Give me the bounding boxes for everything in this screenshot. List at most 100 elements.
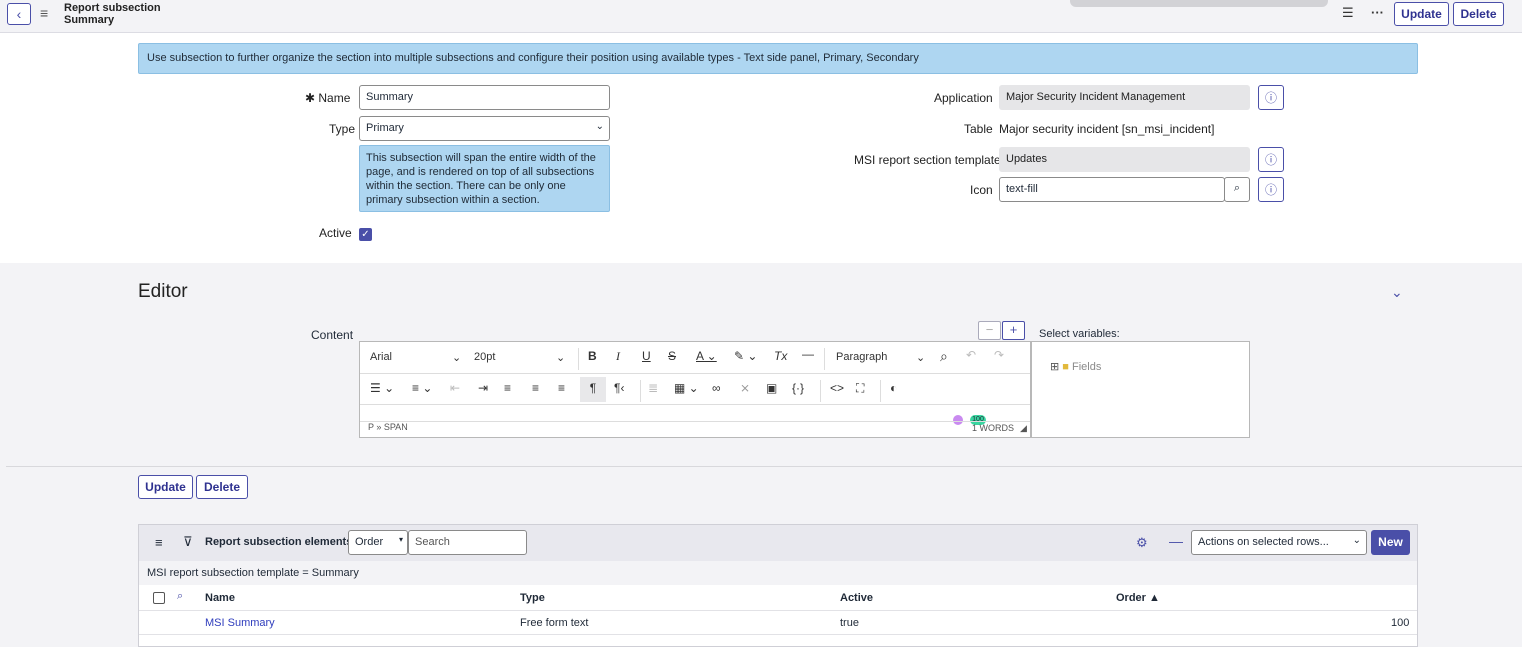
hamburger-menu-icon[interactable]: ≡ [155,535,163,550]
info-banner: Use subsection to further organize the s… [138,43,1418,74]
type-label: Type [329,122,356,136]
expand-icon[interactable]: ⊞ [1050,361,1059,373]
info-icon[interactable]: ⓘ [1258,147,1284,172]
row-type: Free form text [520,617,589,629]
icon-field[interactable]: text-fill [999,177,1225,202]
column-header-active[interactable]: Active [840,592,873,604]
row-order: 100 [1391,617,1410,629]
rich-text-editor[interactable]: Arial ⌄ 20pt ⌄ B I U S A ⌄ ✎ ⌄ Tx — Paragr… [359,341,1031,438]
more-icon[interactable]: ··· [1371,5,1384,20]
order-select-value: Order [355,536,384,548]
actions-select-value: Actions on selected rows... [1198,536,1329,548]
contrast-icon[interactable]: ◐ [890,381,897,395]
minus-icon[interactable]: − [978,321,1001,340]
tree-node-label: Fields [1072,361,1102,373]
numbered-list-icon[interactable]: ≡ ⌄ [412,381,432,395]
folder-icon: ■ [1062,361,1069,373]
font-size-value: 20pt [474,351,496,363]
application-label: Application [934,91,993,105]
underline-icon[interactable]: U [642,349,651,363]
search-icon[interactable]: ⌕ [177,590,183,603]
unlink-icon[interactable]: ⨯ [740,381,750,395]
italic-icon[interactable]: I [616,349,620,364]
chevron-down-icon: ⌄ [1352,535,1361,546]
highlight-icon[interactable]: ✎ ⌄ [734,349,757,363]
strikethrough-icon[interactable]: S [668,349,676,363]
collapse-icon[interactable]: — [1169,533,1183,549]
rtl-icon[interactable]: ¶‹ [614,381,624,395]
filter-breadcrumb[interactable]: MSI report subsection template = Summary [139,561,1417,585]
variable-icon[interactable]: {·} [792,381,804,395]
list-style-icon[interactable]: ≣ [648,381,658,395]
name-field[interactable]: Summary [359,85,610,110]
fullscreen-icon[interactable]: ⛶ [856,381,864,396]
font-size-select[interactable]: 20pt ⌄ [474,351,565,364]
chevron-down-icon: ⌄ [452,352,462,364]
column-header-type[interactable]: Type [520,592,545,604]
header-update-button[interactable]: Update [1394,2,1449,26]
page-title-line2: Summary [64,14,115,26]
info-icon[interactable]: ⓘ [1258,177,1284,202]
bullet-list-icon[interactable]: ☰ ⌄ [370,381,394,395]
undo-icon[interactable]: ↶ [966,348,976,362]
new-button[interactable]: New [1371,530,1410,555]
resize-handle-icon[interactable]: ◢ [1020,423,1027,434]
align-center-icon[interactable]: ≡ [532,381,539,395]
header-overlay-bar [1070,0,1328,7]
clear-format-icon[interactable]: Tx [774,349,787,363]
image-icon[interactable]: ▣ [766,381,777,395]
select-all-checkbox[interactable] [153,592,165,604]
chevron-down-icon[interactable]: ⌄ [1391,284,1403,301]
toolbar-divider [880,380,881,402]
table-header: ⌕ Name Type Active Order ▲ [139,585,1417,611]
row-name-link[interactable]: MSI Summary [205,617,275,629]
type-select-value: Primary [366,122,404,134]
actions-select[interactable]: Actions on selected rows... ⌄ [1191,530,1367,555]
application-field: Major Security Incident Management [999,85,1250,110]
name-label-text: Name [318,91,351,105]
align-left-icon[interactable]: ≡ [504,381,511,395]
column-header-order[interactable]: Order ▲ [1116,592,1160,604]
filter-icon[interactable]: ⊽ [183,534,193,550]
table-icon[interactable]: ▦ ⌄ [674,381,699,395]
redo-icon[interactable]: ↷ [994,348,1004,362]
font-family-select[interactable]: Arial ⌄ [370,351,461,364]
gear-icon[interactable]: ⚙ [1136,535,1148,551]
toolbar-divider [640,380,641,402]
hamburger-menu-icon[interactable]: ≡ [40,6,54,20]
code-icon[interactable]: <> [830,381,844,395]
search-icon[interactable]: ⌕ [940,348,948,365]
content-label: Content [311,328,354,342]
ltr-icon[interactable]: ¶ [580,377,606,402]
search-input[interactable]: Search [408,530,527,555]
bold-icon[interactable]: B [588,349,597,363]
link-icon[interactable]: ∞ [712,381,721,395]
info-icon[interactable]: ⓘ [1258,85,1284,110]
related-list-header: ≡ ⊽ Report subsection elements Order ▾ Se… [139,525,1417,561]
active-checkbox[interactable]: ✓ [359,228,372,241]
form-area: Use subsection to further organize the s… [0,33,1522,263]
back-button[interactable]: ‹ [7,3,31,25]
indent-icon[interactable]: ⇥ [478,381,488,395]
align-right-icon[interactable]: ≡ [558,381,565,395]
update-button[interactable]: Update [138,475,193,499]
outdent-icon[interactable]: ⇤ [450,381,460,395]
font-family-value: Arial [370,351,393,363]
sliders-icon[interactable]: ☰ [1342,5,1354,21]
active-label: Active [319,226,352,240]
search-icon[interactable]: ⌕ [1224,177,1250,202]
tree-node-fields[interactable]: ⊞ ■ Fields [1050,360,1101,373]
horizontal-rule-icon[interactable]: — [802,347,814,361]
delete-button[interactable]: Delete [196,475,248,499]
element-path: P » SPAN [368,422,408,432]
text-color-icon[interactable]: A ⌄ [696,349,717,363]
header-delete-button[interactable]: Delete [1453,2,1504,26]
order-select[interactable]: Order ▾ [348,530,408,555]
plus-icon[interactable]: + [1002,321,1025,340]
table-value: Major security incident [sn_msi_incident… [999,122,1215,136]
type-select[interactable]: Primary ⌄ [359,116,610,141]
block-format-select[interactable]: Paragraph ⌄ [836,351,925,364]
page-title-line1: Report subsection [64,2,161,14]
column-header-name[interactable]: Name [205,592,235,604]
template-label: MSI report section template [854,153,1001,167]
